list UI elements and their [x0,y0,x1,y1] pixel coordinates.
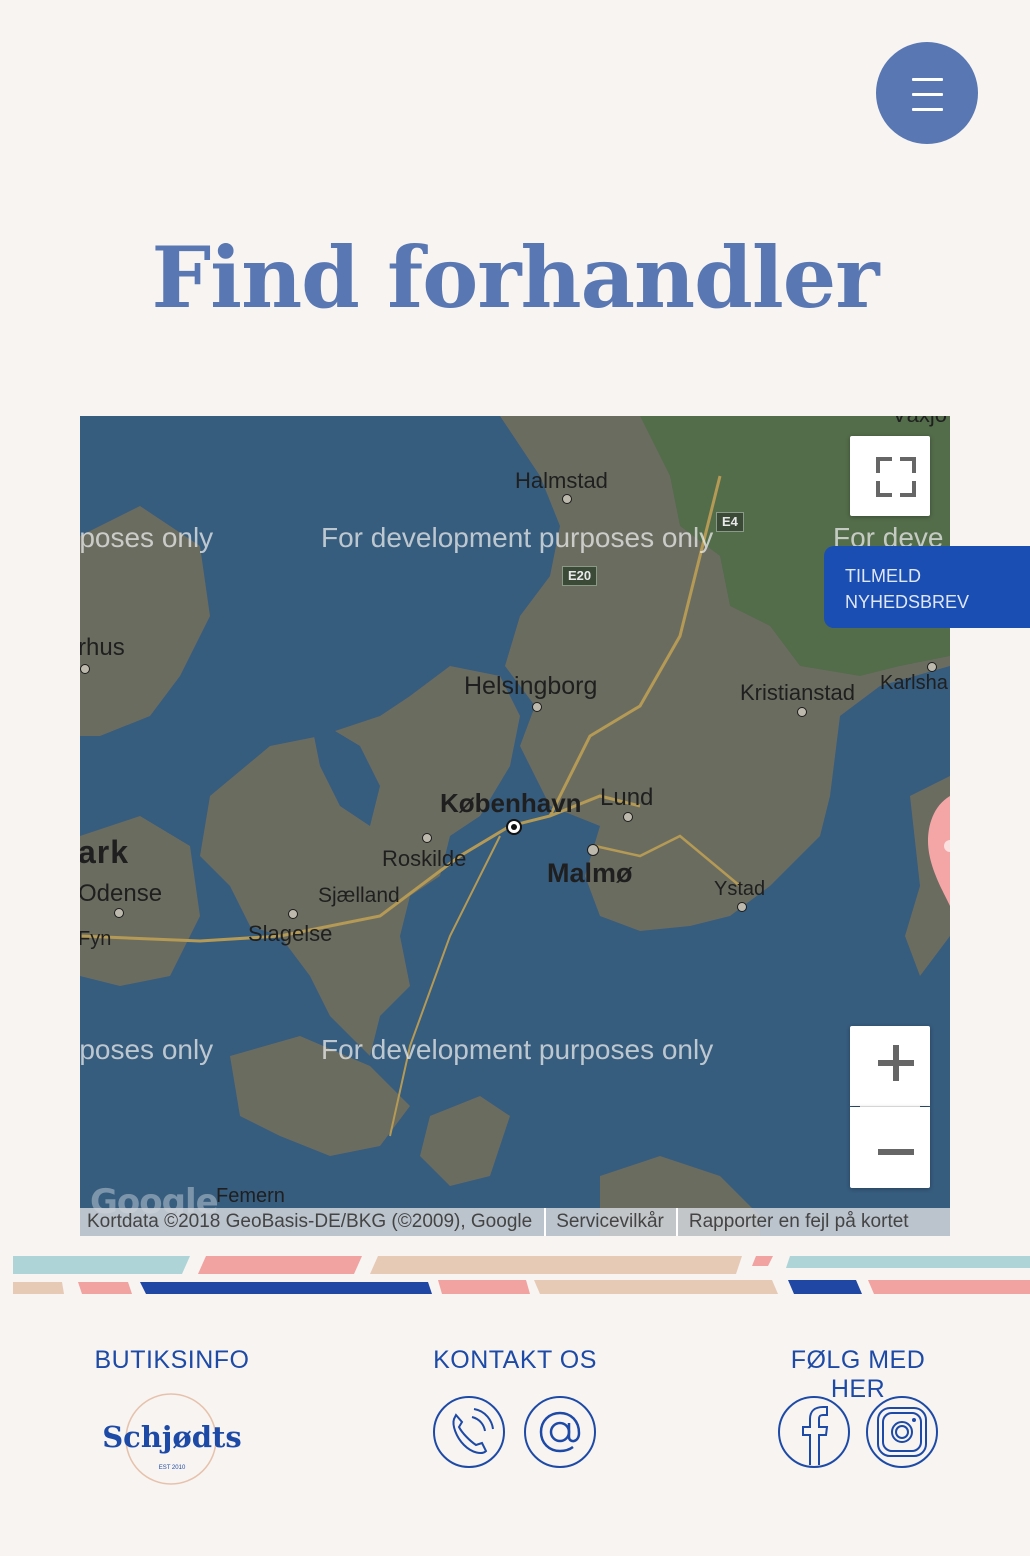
facebook-icon [778,1396,850,1468]
newsletter-signup-tab[interactable]: TILMELD NYHEDSBREV [824,546,1030,628]
instagram-icon [866,1396,938,1468]
map-data-credit: Kortdata ©2018 GeoBasis-DE/BKG (©2009), … [87,1211,533,1232]
hamburger-menu-icon-bar [912,93,943,96]
place-roskilde: Roskilde [382,846,467,871]
newsletter-line-1: TILMELD [845,566,922,586]
place-vaxjo: Växjö [892,416,947,428]
place-slagelse: Slagelse [248,921,333,946]
menu-button[interactable] [876,42,978,144]
footer-butiksinfo: BUTIKSINFO [92,1346,252,1375]
road-shield-e20: E20 [562,566,598,586]
place-sjaelland: Sjælland [318,884,400,907]
phone-icon [433,1396,505,1468]
plus-icon [878,1045,914,1081]
phone-link[interactable] [432,1395,506,1474]
store-logo-text: Schjødts [102,1420,242,1454]
place-halmstad: Halmstad [515,468,608,493]
city-dot [288,909,298,919]
place-karlsha: Karlsha [880,672,948,694]
city-dot [114,908,124,918]
map-watermark: rposes only [80,1034,214,1065]
store-logo[interactable]: Schjødts EST 2010 [90,1392,254,1486]
report-error-link[interactable]: Rapporter en fejl på kortet [678,1211,921,1233]
city-dot [532,702,542,712]
map-zoom-in-button[interactable] [850,1026,930,1106]
city-dot [80,664,90,674]
place-malmo: Malmø [547,858,633,888]
dealer-map[interactable]: rposes only For development purposes onl… [80,416,950,1236]
place-mark: ark [80,834,130,870]
place-lund: Lund [600,784,654,811]
facebook-link[interactable] [777,1395,851,1474]
city-dot [927,662,937,672]
place-kristianstad: Kristianstad [740,680,855,705]
place-kobenhavn: København [440,788,582,818]
footer-heading-butiksinfo: BUTIKSINFO [94,1346,250,1374]
place-femern: Femern [216,1185,285,1207]
hamburger-menu-icon-bar [912,108,943,111]
place-fyn: Fyn [80,928,112,950]
city-dot [587,844,599,856]
road-shield-e4: E4 [716,512,744,532]
newsletter-line-2: NYHEDSBREV [845,592,970,612]
map-marker-icon[interactable] [928,796,950,916]
decorative-stripes [13,1256,1030,1294]
at-sign-icon [524,1396,596,1468]
store-logo-est: EST 2010 [158,1465,186,1471]
hamburger-menu-icon [912,78,943,81]
city-dot [422,833,432,843]
city-dot [623,812,633,822]
map-fullscreen-button[interactable] [850,436,930,516]
map-watermark: For development purposes only [321,1034,714,1065]
place-aarhus: rhus [80,634,125,661]
place-helsingborg: Helsingborg [464,672,598,700]
email-link[interactable] [523,1395,597,1474]
footer-kontakt: KONTAKT OS [430,1346,600,1375]
instagram-link[interactable] [865,1395,939,1474]
page-title: Find forhandler [151,228,880,327]
city-dot [562,494,572,504]
map-watermark: For development purposes only [321,522,714,553]
fullscreen-icon [876,457,916,497]
place-odense: Odense [80,880,163,907]
terms-link[interactable]: Servicevilkår [546,1211,676,1233]
city-dot [797,707,807,717]
map-zoom-out-button[interactable] [850,1107,930,1188]
capital-dot [506,819,522,835]
map-watermark: rposes only [80,522,214,553]
city-dot [737,902,747,912]
place-ystad: Ystad [714,878,766,900]
minus-icon [878,1149,914,1155]
map-attribution-bar: Kortdata ©2018 GeoBasis-DE/BKG (©2009), … [80,1208,950,1236]
footer-heading-kontakt: KONTAKT OS [433,1346,597,1374]
